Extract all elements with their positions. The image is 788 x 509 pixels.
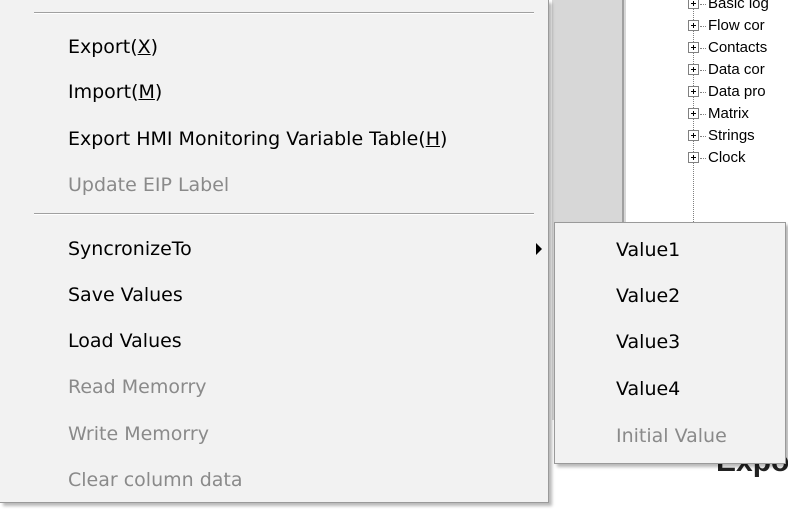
menu-item-label: Write Memorry: [68, 423, 209, 445]
submenu-item-label: Value1: [616, 239, 681, 261]
context-menu: Export(X) Import(M) Export HMI Monitorin…: [0, 0, 549, 503]
submenu-item-label: Value4: [616, 378, 681, 400]
tree-item-label: Basic log: [708, 0, 769, 12]
tree-connector: [700, 3, 706, 5]
submenu-arrow-icon: [536, 243, 542, 255]
tree-item[interactable]: Flow cor: [688, 16, 765, 36]
tree-item[interactable]: Contacts: [688, 38, 767, 58]
submenu-item-label: Value2: [616, 285, 681, 307]
background-area: [552, 474, 788, 509]
menu-item-label: Load Values: [68, 330, 182, 352]
tree-item-label: Matrix: [708, 105, 749, 122]
menu-item-write-memory[interactable]: Write Memorry: [0, 411, 548, 457]
expand-icon[interactable]: [688, 41, 699, 53]
tree-connector: [700, 91, 706, 93]
expand-icon[interactable]: [688, 129, 699, 141]
expand-icon[interactable]: [688, 151, 699, 163]
expand-icon[interactable]: [688, 85, 699, 97]
expand-icon[interactable]: [688, 107, 699, 119]
tree-item[interactable]: Matrix: [688, 104, 749, 124]
tree-item[interactable]: Data pro: [688, 82, 766, 102]
tree-item-label: Contacts: [708, 39, 768, 56]
expand-icon[interactable]: [688, 63, 699, 75]
tree-item-label: Data pro: [708, 83, 766, 100]
submenu-item-value4[interactable]: Value4: [555, 366, 785, 412]
tree-item-label: Flow cor: [708, 17, 765, 34]
menu-item-import[interactable]: Import(M): [0, 69, 548, 115]
screen: Basic log Flow cor Contacts Data cor Dat…: [0, 0, 788, 509]
tree-connector: [700, 135, 706, 137]
menu-item-update-eip-label[interactable]: Update EIP Label: [0, 162, 548, 208]
menu-item-read-memory[interactable]: Read Memorry: [0, 364, 548, 410]
tree-connector: [700, 157, 706, 159]
submenu-item-value2[interactable]: Value2: [555, 273, 785, 319]
menu-item-label: Update EIP Label: [68, 174, 230, 196]
tree-connector: [700, 25, 706, 27]
menu-item-label: Save Values: [68, 284, 183, 306]
menu-separator: [34, 12, 534, 14]
menu-item-export[interactable]: Export(X): [0, 24, 548, 70]
tree-item-label: Strings: [708, 127, 755, 144]
submenu-item-initial-value[interactable]: Initial Value: [555, 413, 785, 459]
menu-separator: [34, 213, 534, 215]
tree-connector: [700, 69, 706, 71]
menu-item-clear-column-data[interactable]: Clear column data: [0, 457, 548, 503]
menu-item-label: SyncronizeTo: [68, 238, 192, 260]
tree-connector: [700, 113, 706, 115]
tree-connector: [700, 47, 706, 49]
menu-item-load-values[interactable]: Load Values: [0, 318, 548, 364]
submenu-item-value1[interactable]: Value1: [555, 227, 785, 273]
tree-item[interactable]: Clock: [688, 148, 746, 168]
tree-item-label: Clock: [708, 149, 746, 166]
menu-item-syncronize-to[interactable]: SyncronizeTo: [0, 226, 548, 272]
expand-icon[interactable]: [688, 0, 699, 9]
submenu-item-value3[interactable]: Value3: [555, 319, 785, 365]
tree-item[interactable]: Basic log: [688, 0, 769, 14]
menu-item-export-hmi-table[interactable]: Export HMI Monitoring Variable Table(H): [0, 116, 548, 162]
expand-icon[interactable]: [688, 19, 699, 31]
submenu-item-label: Initial Value: [616, 425, 727, 447]
tree-item[interactable]: Strings: [688, 126, 755, 146]
tree-item-label: Data cor: [708, 61, 765, 78]
menu-item-label: Clear column data: [68, 469, 243, 491]
syncronize-to-submenu: Value1 Value2 Value3 Value4 Initial Valu…: [554, 222, 786, 464]
menu-item-label: Export HMI Monitoring Variable Table(H): [68, 128, 448, 150]
submenu-item-label: Value3: [616, 331, 681, 353]
menu-item-label: Import(M): [68, 81, 163, 103]
menu-item-save-values[interactable]: Save Values: [0, 272, 548, 318]
menu-item-label: Read Memorry: [68, 376, 207, 398]
menu-item-label: Export(X): [68, 36, 159, 58]
tree-item[interactable]: Data cor: [688, 60, 765, 80]
